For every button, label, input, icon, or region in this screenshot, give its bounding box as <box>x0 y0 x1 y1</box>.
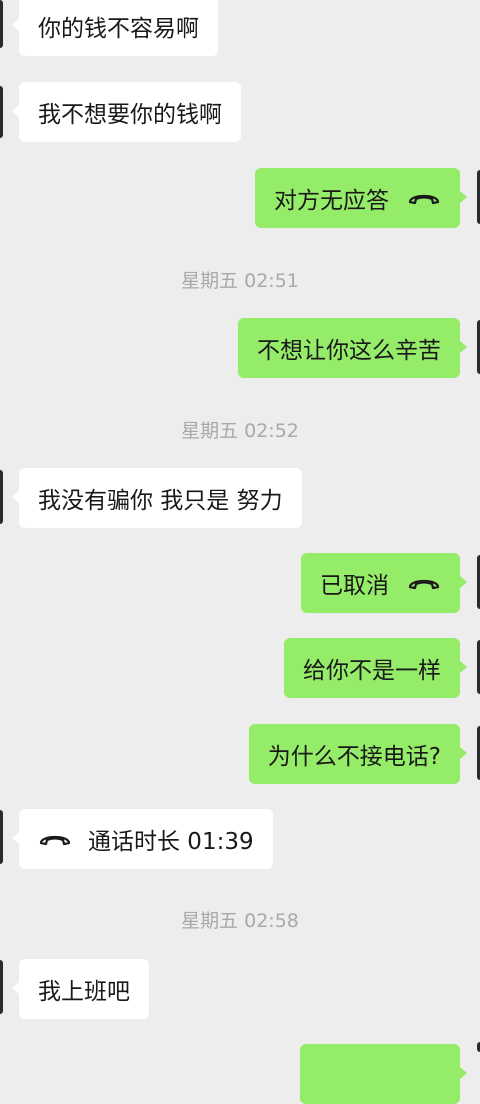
message-bubble-incoming[interactable]: 你的钱不容易啊 <box>12 0 218 56</box>
phone-hangup-icon <box>407 189 441 207</box>
call-record-bubble[interactable]: 通话时长 01:39 <box>12 809 273 869</box>
message-text: 为什么不接电话? <box>267 744 441 770</box>
avatar-edge <box>0 470 3 524</box>
timestamp: 星期五 02:52 <box>181 420 299 442</box>
avatar-edge <box>0 960 3 1014</box>
phone-hangup-icon <box>407 574 441 592</box>
message-text: 我上班吧 <box>38 979 130 1005</box>
message-text: 你的钱不容易啊 <box>38 16 199 42</box>
avatar-edge <box>0 810 3 864</box>
phone-hangup-icon <box>38 830 72 848</box>
call-record-bubble[interactable]: 对方无应答 <box>255 168 467 228</box>
message-bubble-outgoing[interactable] <box>300 1044 467 1104</box>
message-text: 我没有骗你 我只是 努力 <box>38 488 283 514</box>
avatar-edge <box>0 0 3 48</box>
message-bubble-incoming[interactable]: 我上班吧 <box>12 959 149 1019</box>
message-bubble-outgoing[interactable]: 给你不是一样 <box>284 638 467 698</box>
message-text: 已取消 <box>320 573 389 599</box>
message-text: 我不想要你的钱啊 <box>38 102 222 128</box>
message-text: 对方无应答 <box>274 188 389 214</box>
message-text: 给你不是一样 <box>303 658 441 684</box>
timestamp: 星期五 02:51 <box>181 270 299 292</box>
avatar-edge <box>0 86 3 138</box>
message-text: 通话时长 01:39 <box>88 829 254 855</box>
message-bubble-outgoing[interactable]: 为什么不接电话? <box>248 724 468 784</box>
message-bubble-incoming[interactable]: 我不想要你的钱啊 <box>12 82 241 142</box>
message-text: 不想让你这么辛苦 <box>257 338 441 364</box>
message-bubble-incoming[interactable]: 我没有骗你 我只是 努力 <box>12 468 302 528</box>
timestamp: 星期五 02:58 <box>181 910 299 932</box>
call-record-bubble[interactable]: 已取消 <box>301 553 467 613</box>
message-bubble-outgoing[interactable]: 不想让你这么辛苦 <box>238 318 467 378</box>
